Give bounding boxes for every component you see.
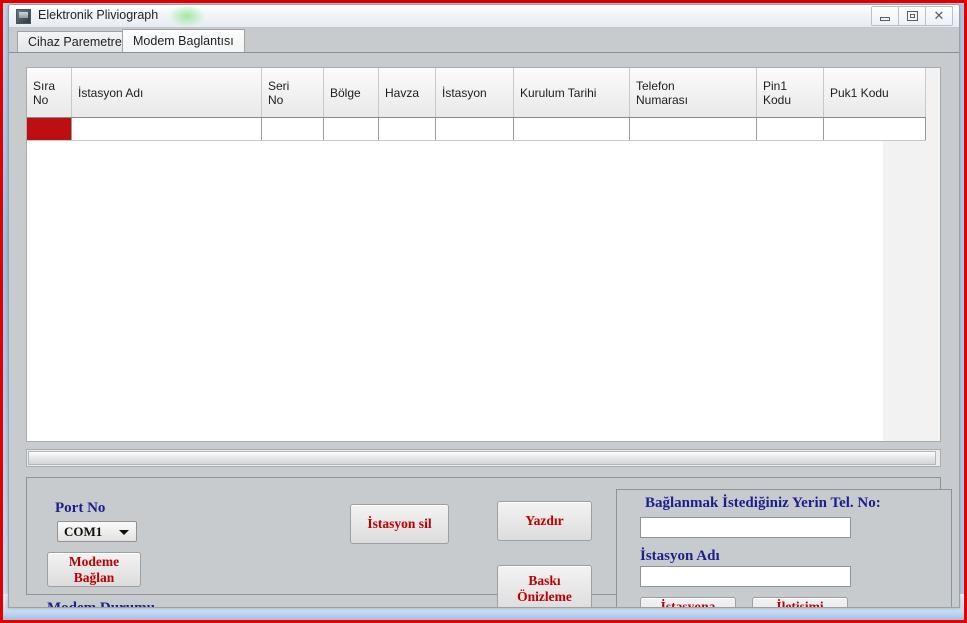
column-header-1[interactable]: İstasyon Adı — [71, 68, 262, 118]
tab-strip: Cihaz Paremetre Modem Baglantısı — [9, 28, 959, 53]
modem-status-label: Modem Durumu — [47, 600, 155, 608]
remote-station-field[interactable] — [640, 566, 851, 587]
application-window: Elektronik Pliviograph ✕ Cihaz Paremetre… — [8, 4, 960, 608]
modem-connect-button[interactable]: Modeme Bağlan — [47, 552, 141, 587]
title-glow-decoration — [169, 5, 205, 27]
title-bar[interactable]: Elektronik Pliviograph ✕ — [9, 5, 959, 28]
restore-icon — [907, 11, 918, 21]
column-header-0[interactable]: Sıra No — [27, 68, 72, 118]
port-select[interactable]: COM1 — [57, 521, 137, 542]
table-cell[interactable] — [378, 117, 436, 141]
table-body[interactable] — [27, 117, 926, 141]
minimize-icon — [880, 17, 890, 21]
modem-connect-button-label: Modeme Bağlan — [68, 553, 120, 585]
table-cell[interactable] — [513, 117, 630, 141]
end-communication-button-label: İletişimiSonlandır — [776, 599, 824, 608]
station-delete-button[interactable]: İstasyon sil — [350, 504, 449, 544]
remote-phone-label: Bağlanmak İstediğiniz Yerin Tel. No: — [645, 495, 881, 511]
table-cell[interactable] — [435, 117, 514, 141]
row-selector-cell[interactable] — [27, 117, 72, 141]
port-no-label: Port No — [55, 500, 106, 516]
client-area: Sıra No İstasyon Adı Seri No Bölge Havza İstasy… — [9, 53, 959, 608]
station-connect-button-label: İstasyonaBağlan — [660, 599, 716, 608]
column-header-9[interactable]: Puk1 Kodu — [823, 68, 926, 118]
restore-button[interactable] — [898, 6, 926, 26]
column-header-6[interactable]: Kurulum Tarihi — [513, 68, 630, 118]
table-header-row: Sıra No İstasyon Adı Seri No Bölge Havza İstasy… — [27, 68, 926, 118]
table-cell[interactable] — [323, 117, 379, 141]
tab-modem-baglantisi[interactable]: Modem Baglantısı — [122, 29, 245, 52]
close-icon: ✕ — [933, 8, 945, 23]
table-cell[interactable] — [823, 117, 926, 141]
end-communication-button[interactable]: İletişimiSonlandır — [752, 597, 848, 608]
station-grid-inner: Sıra No İstasyon Adı Seri No Bölge Havza İstasy… — [27, 68, 926, 441]
column-header-5[interactable]: İstasyon — [435, 68, 514, 118]
print-preview-button-label: Baskı Önizleme — [517, 573, 572, 604]
column-header-2[interactable]: Seri No — [261, 68, 324, 118]
station-grid-panel: Sıra No İstasyon Adı Seri No Bölge Havza İstasy… — [26, 67, 941, 442]
chevron-down-icon — [119, 530, 129, 535]
scrollbar-thumb[interactable] — [28, 451, 936, 465]
remote-station-label: İstasyon Adı — [640, 548, 720, 564]
app-icon — [16, 9, 31, 24]
remote-phone-field[interactable] — [640, 517, 851, 538]
station-connect-button[interactable]: İstasyonaBağlan — [640, 597, 736, 608]
station-delete-button-label: İstasyon sil — [367, 516, 432, 531]
column-header-3[interactable]: Bölge — [323, 68, 379, 118]
table-row[interactable] — [27, 117, 926, 141]
column-header-7[interactable]: Telefon Numarası — [629, 68, 757, 118]
window-controls: ✕ — [871, 6, 953, 26]
tab-cihaz-paremetre[interactable]: Cihaz Paremetre — [17, 31, 133, 52]
table-cell[interactable] — [261, 117, 324, 141]
window-title: Elektronik Pliviograph — [38, 8, 159, 22]
station-table[interactable]: Sıra No İstasyon Adı Seri No Bölge Havza İstasy… — [27, 68, 926, 141]
close-button[interactable]: ✕ — [925, 6, 953, 26]
minimize-button[interactable] — [871, 6, 899, 26]
print-preview-button[interactable]: Baskı Önizleme — [497, 565, 592, 607]
table-cell[interactable] — [756, 117, 824, 141]
column-header-4[interactable]: Havza — [378, 68, 436, 118]
print-button-label: Yazdır — [525, 513, 564, 528]
horizontal-scrollbar[interactable] — [26, 449, 941, 467]
print-button[interactable]: Yazdır — [497, 501, 592, 541]
table-cell[interactable] — [71, 117, 262, 141]
port-select-value: COM1 — [64, 524, 103, 539]
column-header-8[interactable]: Pin1 Kodu — [756, 68, 824, 118]
table-cell[interactable] — [629, 117, 757, 141]
